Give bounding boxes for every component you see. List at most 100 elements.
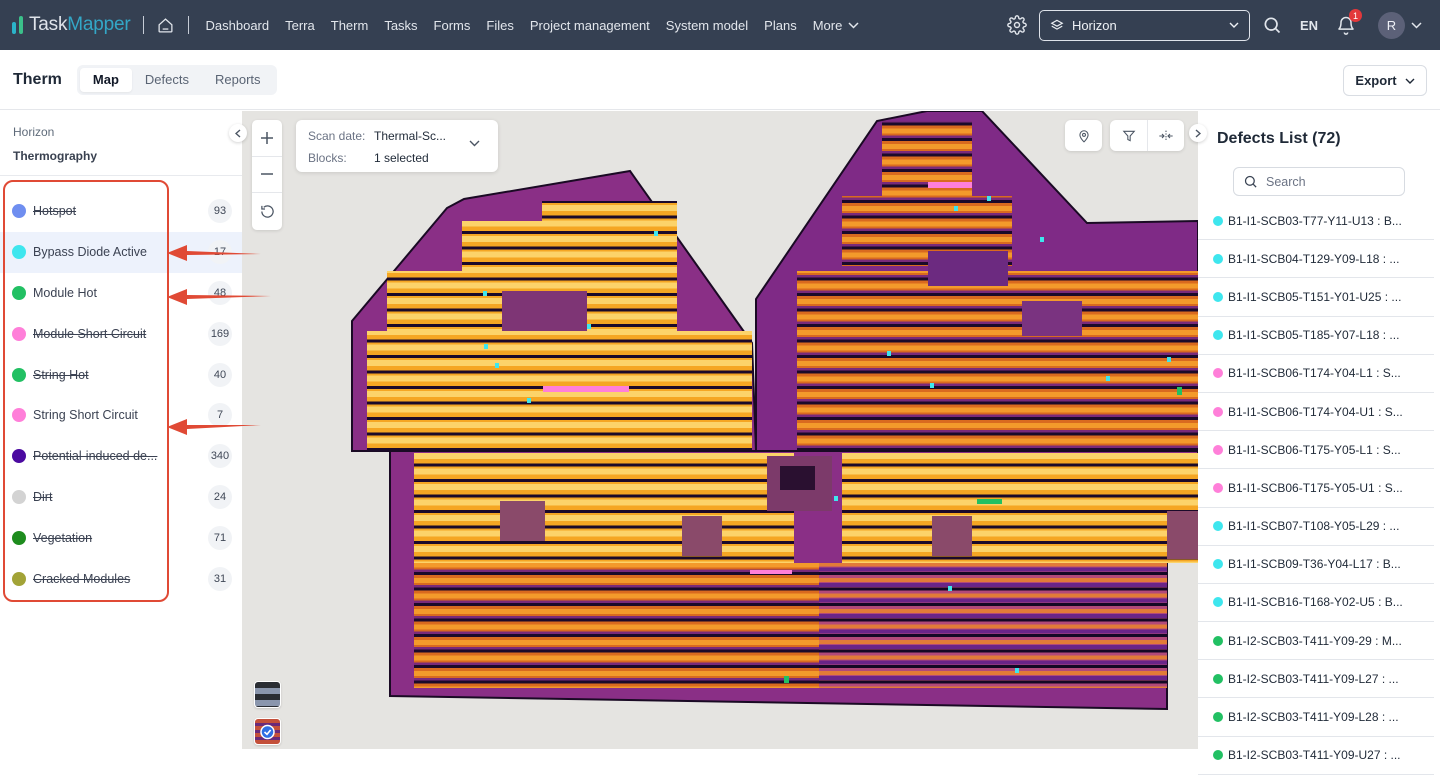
defect-type-item[interactable]: Vegetation 71 (0, 517, 242, 558)
defect-list-item[interactable]: B1-I1-SCB06-T175-Y05-L1 : S... (1198, 431, 1434, 470)
defect-id-label: B1-I1-SCB05-T151-Y01-U25 : ... (1228, 289, 1402, 304)
user-avatar[interactable]: R (1378, 11, 1405, 39)
defect-marker[interactable] (1177, 387, 1182, 395)
defect-type-label: String Short Circuit (33, 408, 138, 423)
nav-link-dashboard[interactable]: Dashboard (206, 18, 270, 33)
nav-more-menu[interactable]: More (813, 18, 860, 33)
tab-reports[interactable]: Reports (202, 68, 274, 92)
defect-list-item[interactable]: B1-I1-SCB04-T129-Y09-L18 : ... (1198, 240, 1434, 279)
defect-list-item[interactable]: B1-I2-SCB03-T411-Y09-L28 : ... (1198, 698, 1434, 737)
defect-list-item[interactable]: B1-I1-SCB09-T36-Y04-L17 : B... (1198, 546, 1434, 584)
defect-type-item[interactable]: Potential-induced de... 340 (0, 436, 242, 477)
plus-icon (261, 131, 273, 144)
export-button[interactable]: Export (1343, 65, 1427, 96)
collapse-left-panel-button[interactable] (229, 124, 247, 142)
defect-list-item[interactable]: B1-I2-SCB03-T411-Y09-29 : M... (1198, 622, 1434, 661)
defects-search-field[interactable] (1233, 167, 1405, 196)
notifications-button[interactable]: 1 (1336, 9, 1362, 36)
defect-marker[interactable] (654, 231, 658, 236)
taskmapper-logo[interactable]: TaskMapper (12, 0, 131, 50)
location-pin-button[interactable] (1065, 120, 1102, 151)
reset-view-button[interactable] (252, 193, 282, 230)
gear-icon[interactable] (1007, 15, 1027, 35)
nav-link-plans[interactable]: Plans (764, 18, 797, 33)
defect-type-item[interactable]: String Short Circuit 7 (0, 395, 242, 436)
nav-link-tasks[interactable]: Tasks (384, 18, 417, 33)
defect-list-item[interactable]: B1-I2-SCB03-T411-Y09-U27 : ... (1198, 737, 1434, 775)
collapse-right-panel-button[interactable] (1189, 124, 1207, 142)
base-layer-thumbnail[interactable] (254, 681, 281, 708)
filter-button[interactable] (1110, 120, 1147, 151)
home-icon[interactable] (156, 15, 176, 35)
defect-marker[interactable] (543, 386, 629, 392)
scan-selector-card[interactable]: Scan date: Thermal-Sc... Blocks: 1 selec… (296, 120, 498, 172)
defect-type-item[interactable]: Cracked Modules 31 (0, 558, 242, 599)
defect-marker[interactable] (887, 351, 891, 356)
defect-list-item[interactable]: B1-I1-SCB16-T168-Y02-U5 : B... (1198, 584, 1434, 623)
defect-marker[interactable] (1015, 668, 1019, 673)
defect-marker[interactable] (987, 196, 991, 201)
user-menu-toggle[interactable] (1411, 21, 1422, 29)
defect-list-item[interactable]: B1-I1-SCB06-T175-Y05-U1 : S... (1198, 469, 1434, 508)
defect-type-item[interactable]: String Hot 40 (0, 354, 242, 395)
defect-list-item[interactable]: B1-I1-SCB03-T77-Y11-U13 : B... (1198, 202, 1434, 241)
zoom-in-button[interactable] (252, 120, 282, 157)
thermal-layer-thumbnail[interactable] (254, 718, 281, 745)
language-selector[interactable]: EN (1300, 18, 1318, 33)
nav-link-therm[interactable]: Therm (331, 18, 369, 33)
nav-link-files[interactable]: Files (486, 18, 513, 33)
defect-color-dot (12, 449, 26, 464)
defect-type-item[interactable]: Module Hot 48 (0, 273, 242, 314)
defect-marker[interactable] (834, 496, 838, 501)
thermal-map-canvas[interactable]: Scan date: Thermal-Sc... Blocks: 1 selec… (242, 111, 1198, 749)
tab-map[interactable]: Map (79, 67, 132, 92)
defect-type-label: String Hot (33, 367, 89, 382)
defect-list-item[interactable]: B1-I1-SCB06-T174-Y04-L1 : S... (1198, 355, 1434, 393)
defect-id-label: B1-I1-SCB03-T77-Y11-U13 : B... (1228, 213, 1402, 228)
defect-marker[interactable] (527, 398, 531, 403)
compress-view-button[interactable] (1147, 120, 1184, 151)
defect-color-dot (1213, 253, 1223, 264)
defect-list-item[interactable]: B1-I1-SCB05-T151-Y01-U25 : ... (1198, 278, 1434, 317)
defect-marker[interactable] (495, 363, 499, 368)
defect-marker[interactable] (750, 570, 792, 574)
defect-marker[interactable] (930, 383, 934, 388)
defect-id-label: B1-I1-SCB16-T168-Y02-U5 : B... (1228, 595, 1403, 610)
zoom-out-button[interactable] (252, 157, 282, 194)
defect-type-item[interactable]: Hotspot 93 (0, 191, 242, 232)
thermal-orthomosaic[interactable] (242, 111, 1198, 749)
defect-marker[interactable] (1167, 357, 1171, 362)
search-icon[interactable] (1262, 15, 1282, 35)
tab-defects[interactable]: Defects (132, 68, 202, 92)
logo-mark-icon (12, 16, 23, 34)
nav-link-forms[interactable]: Forms (434, 18, 471, 33)
defects-search-input[interactable] (1266, 174, 1386, 189)
module-header: Therm Map Defects Reports Export (0, 50, 1440, 110)
defect-marker[interactable] (587, 324, 591, 329)
defect-marker[interactable] (483, 291, 487, 296)
defect-type-label: Module Short Circuit (33, 326, 147, 341)
defect-marker[interactable] (928, 182, 972, 188)
defect-list-item[interactable]: B1-I1-SCB05-T185-Y07-L18 : ... (1198, 317, 1434, 355)
defect-type-item[interactable]: Module Short Circuit 169 (0, 313, 242, 354)
defect-id-label: B1-I1-SCB06-T175-Y05-U1 : S... (1228, 480, 1403, 495)
defect-type-item[interactable]: Bypass Diode Active 17 (0, 231, 242, 273)
defect-type-item[interactable]: Dirt 24 (0, 477, 242, 518)
nav-link-system-model[interactable]: System model (666, 18, 748, 33)
defect-marker[interactable] (484, 344, 488, 349)
defect-list-item[interactable]: B1-I2-SCB03-T411-Y09-L27 : ... (1198, 660, 1434, 699)
defect-marker[interactable] (784, 676, 789, 683)
defect-list-item[interactable]: B1-I1-SCB06-T174-Y04-U1 : S... (1198, 393, 1434, 432)
defect-marker[interactable] (948, 586, 952, 591)
defect-marker[interactable] (1106, 376, 1110, 381)
defect-marker[interactable] (954, 206, 958, 211)
defect-id-label: B1-I2-SCB03-T411-Y09-29 : M... (1228, 633, 1402, 648)
defect-list-item[interactable]: B1-I1-SCB07-T108-Y05-L29 : ... (1198, 508, 1434, 546)
compress-icon (1159, 130, 1173, 141)
defect-marker[interactable] (1040, 237, 1044, 242)
defect-marker[interactable] (977, 499, 1002, 504)
nav-link-terra[interactable]: Terra (285, 18, 315, 33)
defect-id-label: B1-I1-SCB06-T174-Y04-U1 : S... (1228, 404, 1403, 419)
project-selector[interactable]: Horizon (1038, 9, 1250, 41)
nav-link-project-management[interactable]: Project management (530, 18, 650, 33)
